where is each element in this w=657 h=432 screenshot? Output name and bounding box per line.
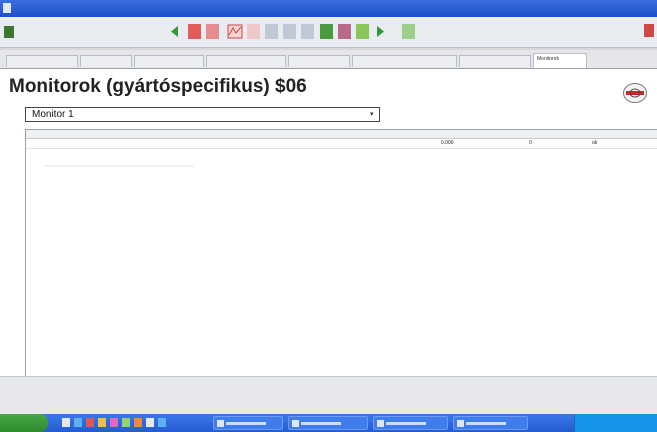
quick-launch-icon[interactable]	[146, 418, 154, 427]
quick-launch-icon[interactable]	[98, 418, 106, 427]
app-icon	[3, 3, 11, 13]
vehicle-icon	[4, 26, 14, 38]
system-tray	[574, 414, 657, 432]
tab-2[interactable]	[80, 55, 132, 67]
save-button-icon[interactable]	[320, 24, 333, 39]
tab-monitorok[interactable]: Monitorok	[533, 53, 587, 68]
close-icon[interactable]	[644, 24, 654, 37]
table-button-icon[interactable]	[283, 24, 296, 39]
quick-launch-icon[interactable]	[62, 418, 70, 427]
tab-4[interactable]	[206, 55, 286, 67]
chevron-down-icon[interactable]: ▾	[370, 111, 377, 118]
monitor-table: 0.000 0 ok	[25, 129, 657, 382]
brand-logo-icon	[623, 83, 647, 103]
table-header	[26, 130, 657, 139]
taskbar-window-button[interactable]	[373, 416, 448, 430]
forward-arrow-icon[interactable]	[374, 24, 387, 39]
quick-launch-icon[interactable]	[158, 418, 166, 427]
page-title: Monitorok (gyártóspecifikus) $06	[9, 76, 307, 97]
tab-1[interactable]	[6, 55, 78, 67]
record-button-icon[interactable]	[206, 24, 219, 39]
tab-7[interactable]	[459, 55, 531, 67]
table-cell: ok	[592, 140, 598, 146]
status-area	[0, 376, 657, 415]
tab-label: Monitorok	[537, 56, 559, 62]
view-button-icon[interactable]	[301, 24, 314, 39]
quick-launch-icon[interactable]	[74, 418, 82, 427]
quick-launch-icon[interactable]	[134, 418, 142, 427]
table-row[interactable]: 0.000 0 ok	[26, 139, 657, 149]
tab-3[interactable]	[134, 55, 204, 67]
title-bar	[0, 0, 657, 17]
quick-launch-icon[interactable]	[86, 418, 94, 427]
stop-button-icon[interactable]	[247, 24, 260, 39]
monitor-select-value: Monitor 1	[32, 109, 74, 120]
delete-button-icon[interactable]	[188, 24, 201, 39]
main-panel: Monitorok (gyártóspecifikus) $06 Monitor…	[0, 69, 657, 414]
taskbar-window-button[interactable]	[213, 416, 283, 430]
back-arrow-icon[interactable]	[168, 24, 181, 39]
start-button[interactable]	[0, 414, 48, 432]
table-cell: 0.000	[441, 140, 454, 146]
taskbar-window-button[interactable]	[453, 416, 528, 430]
application-window: Monitorok Monitorok (gyártóspecifikus) $…	[0, 0, 657, 432]
print-button-icon[interactable]	[338, 24, 351, 39]
vehicle-selector[interactable]	[4, 25, 17, 39]
table-cell: 0	[529, 140, 532, 146]
list-button-icon[interactable]	[265, 24, 278, 39]
tab-5[interactable]	[288, 55, 350, 67]
faded-row-placeholder	[44, 165, 194, 167]
taskbar-window-button[interactable]	[288, 416, 368, 430]
quick-launch-icon[interactable]	[110, 418, 118, 427]
refresh-button-icon[interactable]	[356, 24, 369, 39]
graph-icon[interactable]	[227, 24, 243, 39]
taskbar	[0, 414, 657, 432]
help-button-icon[interactable]	[402, 24, 415, 39]
tab-6[interactable]	[352, 55, 457, 67]
tab-bar: Monitorok	[0, 50, 657, 69]
toolbar	[0, 17, 657, 48]
quick-launch-icon[interactable]	[122, 418, 130, 427]
monitor-select[interactable]: Monitor 1 ▾	[25, 107, 380, 122]
